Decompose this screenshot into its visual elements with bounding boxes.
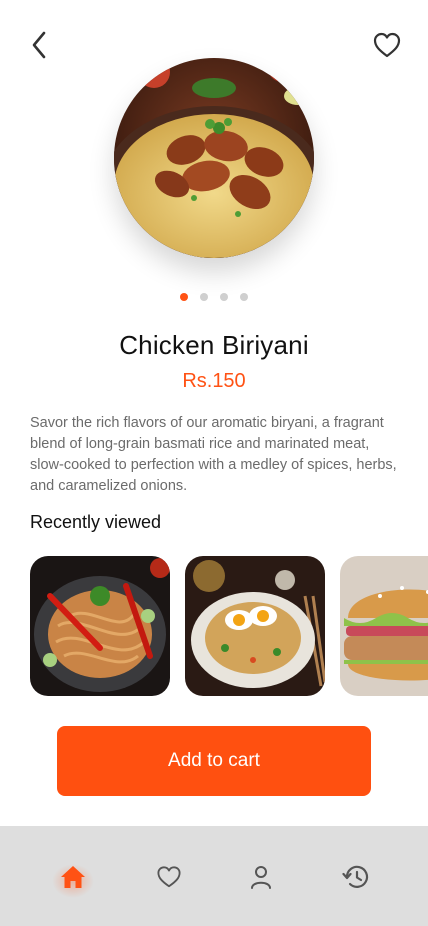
product-price: Rs.150 (182, 370, 246, 392)
home-icon (61, 866, 85, 888)
carousel-indicator (0, 293, 428, 301)
spicy-noodles-image (30, 556, 170, 696)
recently-viewed-title: Recently viewed (30, 512, 162, 532)
nav-profile[interactable] (246, 862, 276, 892)
user-icon (251, 866, 271, 889)
recently-viewed-list[interactable] (30, 556, 428, 696)
recent-item-burger[interactable] (340, 556, 428, 696)
product-description: Savor the rich flavors of our aromatic b… (30, 415, 397, 494)
heart-icon (157, 866, 181, 888)
favorite-button[interactable] (372, 30, 402, 60)
fried-rice-with-eggs-image (185, 556, 325, 696)
recent-item-fried-rice[interactable] (185, 556, 325, 696)
chevron-left-icon (32, 31, 46, 59)
carousel-dot-3[interactable] (220, 293, 228, 301)
history-icon (342, 865, 369, 888)
heart-outline-icon (373, 32, 401, 58)
back-button[interactable] (24, 30, 54, 60)
add-to-cart-button[interactable]: Add to cart (57, 726, 371, 796)
chicken-biriyani-image (114, 58, 314, 258)
nav-home[interactable] (52, 862, 94, 898)
carousel-dot-1[interactable] (180, 293, 188, 301)
carousel-dot-2[interactable] (200, 293, 208, 301)
bottom-navigation (0, 826, 428, 926)
carousel-dot-4[interactable] (240, 293, 248, 301)
nav-favorites[interactable] (154, 862, 184, 892)
burger-image (340, 556, 428, 696)
product-title: Chicken Biriyani (119, 330, 309, 360)
nav-history[interactable] (341, 862, 371, 892)
recent-item-noodles[interactable] (30, 556, 170, 696)
product-image (114, 58, 314, 258)
